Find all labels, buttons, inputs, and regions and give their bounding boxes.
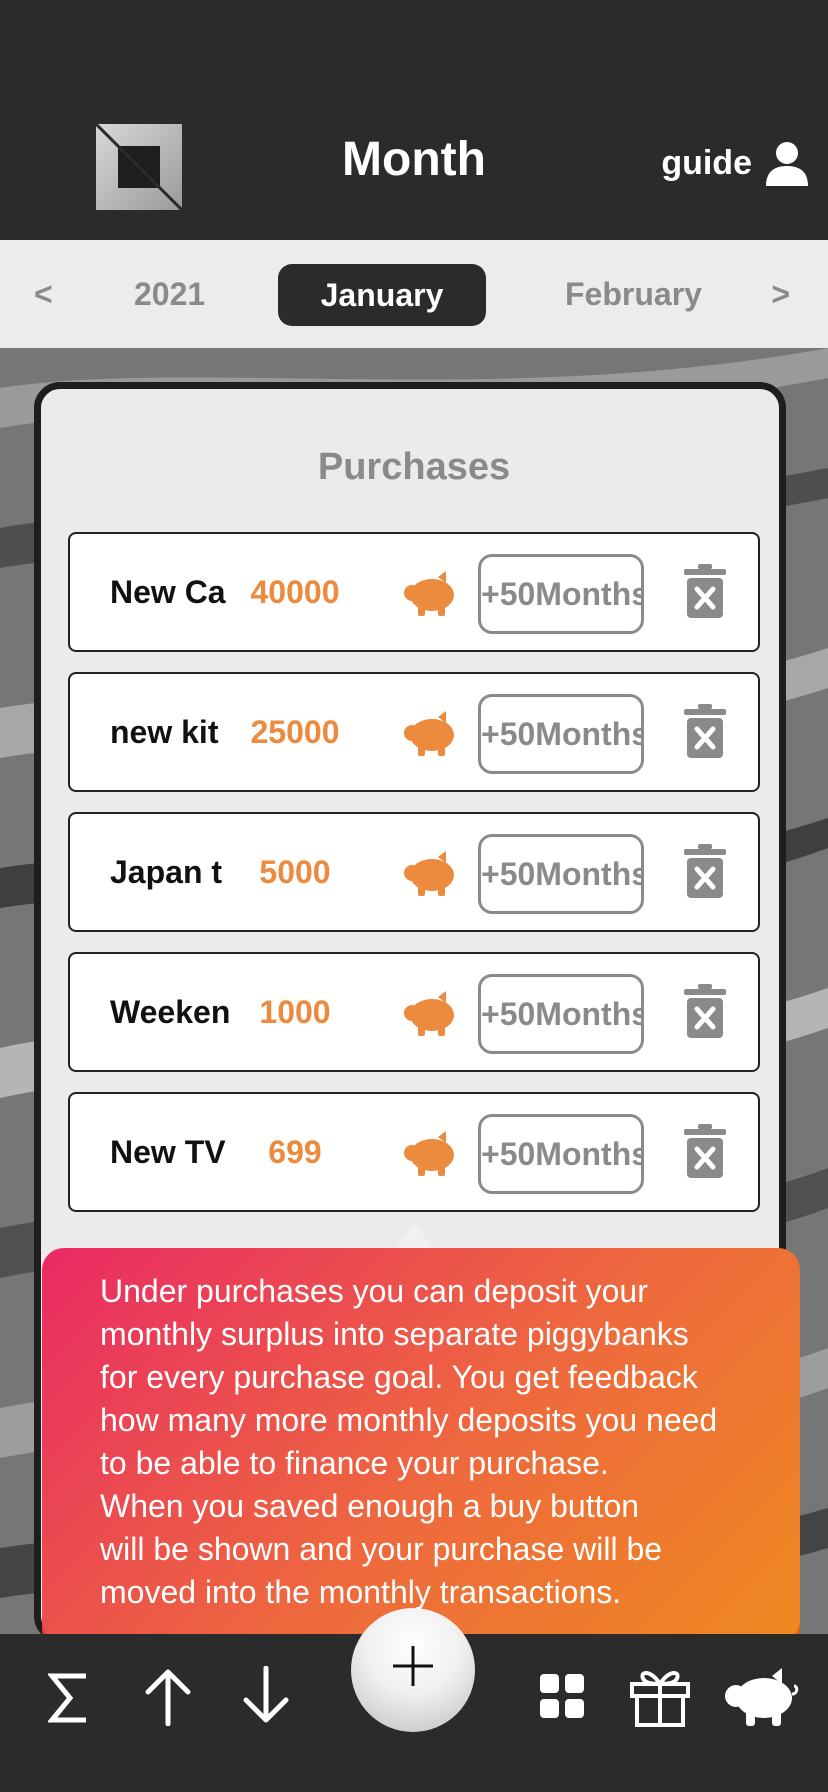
grid-icon[interactable]: [540, 1674, 584, 1718]
tooltip-line: will be shown and your purchase will be: [100, 1531, 663, 1567]
next-arrow[interactable]: >: [771, 240, 790, 348]
deposit-months-button[interactable]: +50Months: [478, 694, 644, 774]
gift-icon[interactable]: [628, 1664, 692, 1728]
next-month-item[interactable]: February: [565, 240, 702, 348]
guide-label: guide: [661, 143, 752, 182]
purchase-name: New Ca: [110, 574, 226, 610]
person-icon: [766, 142, 808, 186]
arrow-up-icon[interactable]: [144, 1666, 192, 1726]
piggy-bank-icon[interactable]: [400, 707, 460, 757]
purchase-name: Weeken: [110, 994, 231, 1030]
tooltip-line: moved into the monthly transactions.: [100, 1574, 622, 1610]
piggy-bank-icon[interactable]: [400, 1127, 460, 1177]
purchase-name: new kit: [110, 714, 219, 750]
plus-icon: [393, 1646, 433, 1686]
arrow-down-icon[interactable]: [242, 1666, 290, 1726]
tooltip-text: Under purchases you can deposit your mon…: [100, 1270, 770, 1614]
purchase-amount: 1000: [259, 994, 331, 1030]
trash-icon[interactable]: [684, 984, 726, 1038]
purchase-name: Japan t: [110, 854, 223, 890]
purchase-amount: 5000: [259, 854, 331, 890]
purchase-row: Weeken 1000 +50Months: [68, 952, 760, 1072]
deposit-months-button[interactable]: +50Months: [478, 554, 644, 634]
guide-tooltip[interactable]: Under purchases you can deposit your mon…: [42, 1248, 800, 1652]
app-header: Month guide: [0, 0, 828, 240]
month-navigation: < 2021 January February >: [0, 240, 828, 348]
guide-button[interactable]: guide: [661, 140, 810, 186]
trash-icon[interactable]: [684, 704, 726, 758]
tooltip-line: to be able to finance your purchase.: [100, 1445, 609, 1481]
deposit-months-button[interactable]: +50Months: [478, 834, 644, 914]
piggy-bank-icon[interactable]: [400, 987, 460, 1037]
piggy-bank-icon[interactable]: [720, 1666, 800, 1728]
selected-month[interactable]: January: [278, 264, 486, 326]
purchase-row: New Ca 40000 +50Months: [68, 532, 760, 652]
previous-arrow[interactable]: <: [34, 240, 53, 348]
trash-icon[interactable]: [684, 844, 726, 898]
sum-icon[interactable]: [48, 1672, 90, 1724]
purchase-row: Japan t 5000 +50Months: [68, 812, 760, 932]
purchases-title: Purchases: [317, 446, 511, 488]
piggy-bank-icon[interactable]: [400, 567, 460, 617]
tooltip-line: how many more monthly deposits you need: [100, 1402, 718, 1438]
tooltip-line: monthly surplus into separate piggybanks: [100, 1316, 689, 1352]
purchase-amount: 699: [268, 1134, 322, 1170]
add-button[interactable]: [351, 1608, 475, 1732]
deposit-months-button[interactable]: +50Months: [478, 974, 644, 1054]
piggy-bank-icon[interactable]: [400, 847, 460, 897]
purchase-amount: 25000: [250, 714, 340, 750]
purchase-amount: 40000: [250, 574, 340, 610]
trash-icon[interactable]: [684, 1124, 726, 1178]
purchase-row: New TV 699 +50Months: [68, 1092, 760, 1212]
purchase-row: new kit 25000 +50Months: [68, 672, 760, 792]
year-item[interactable]: 2021: [134, 240, 205, 348]
deposit-months-button[interactable]: +50Months: [478, 1114, 644, 1194]
trash-icon[interactable]: [684, 564, 726, 618]
tooltip-line: for every purchase goal. You get feedbac…: [100, 1359, 698, 1395]
tooltip-line: Under purchases you can deposit your: [100, 1273, 648, 1309]
purchase-name: New TV: [110, 1134, 226, 1170]
tooltip-arrow: [396, 1222, 432, 1248]
tooltip-line: When you saved enough a buy button: [100, 1488, 640, 1524]
